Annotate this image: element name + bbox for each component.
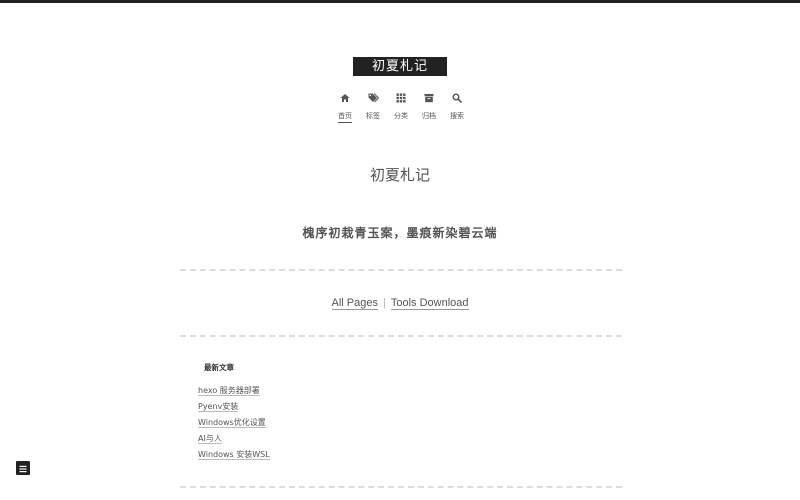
list-item: Pyenv安装 xyxy=(198,402,270,418)
menu-label-tags: 标签 xyxy=(366,112,380,120)
menu-label-categories: 分类 xyxy=(394,112,408,120)
search-icon xyxy=(443,88,471,103)
menu-label-search: 搜索 xyxy=(450,112,464,120)
menu-item-categories[interactable]: 分类 xyxy=(387,88,415,122)
recent-post-link[interactable]: Windows优化设置 xyxy=(198,418,266,428)
recent-post-link[interactable]: hexo 服务器部署 xyxy=(198,386,260,396)
menu-item-home[interactable]: 首页 xyxy=(331,88,359,123)
tags-icon xyxy=(359,88,387,103)
list-item: Windows优化设置 xyxy=(198,418,270,434)
all-pages-link[interactable]: All Pages xyxy=(331,297,378,310)
menu-item-search[interactable]: 搜索 xyxy=(443,88,471,122)
recent-post-link[interactable]: Windows 安装WSL xyxy=(198,450,270,460)
page-title: 初夏札记 xyxy=(369,166,430,184)
archive-icon xyxy=(415,88,443,103)
grid-icon xyxy=(387,88,415,103)
home-icon xyxy=(331,88,359,102)
list-item: hexo 服务器部署 xyxy=(198,386,270,402)
recent-posts-title: 最新文章 xyxy=(204,363,234,372)
menu-item-tags[interactable]: 标签 xyxy=(359,88,387,122)
recent-posts-list: hexo 服务器部署 Pyenv安装 Windows优化设置 AI与人 Wind… xyxy=(198,386,270,466)
site-brand[interactable]: 初夏札记 xyxy=(353,57,447,76)
menu-label-archives: 归档 xyxy=(422,112,436,120)
top-border xyxy=(0,0,800,3)
divider xyxy=(180,269,622,271)
list-item: Windows 安装WSL xyxy=(198,450,270,466)
tools-download-link[interactable]: Tools Download xyxy=(390,297,469,310)
divider xyxy=(180,486,622,488)
site-motto: 槐序初栽青玉案，墨痕新染碧云端 xyxy=(302,226,498,240)
menu-item-archives[interactable]: 归档 xyxy=(415,88,443,122)
menu-icon xyxy=(19,465,27,473)
sidebar-toggle-button[interactable] xyxy=(16,461,30,475)
recent-post-link[interactable]: AI与人 xyxy=(198,434,222,444)
main-menu: 首页 标签 分类 归档 搜索 xyxy=(331,88,471,123)
list-item: AI与人 xyxy=(198,434,270,450)
divider xyxy=(180,335,622,337)
quick-links: All Pages | Tools Download xyxy=(300,297,500,310)
link-separator: | xyxy=(382,297,386,309)
recent-post-link[interactable]: Pyenv安装 xyxy=(198,402,239,412)
menu-label-home: 首页 xyxy=(338,111,352,123)
